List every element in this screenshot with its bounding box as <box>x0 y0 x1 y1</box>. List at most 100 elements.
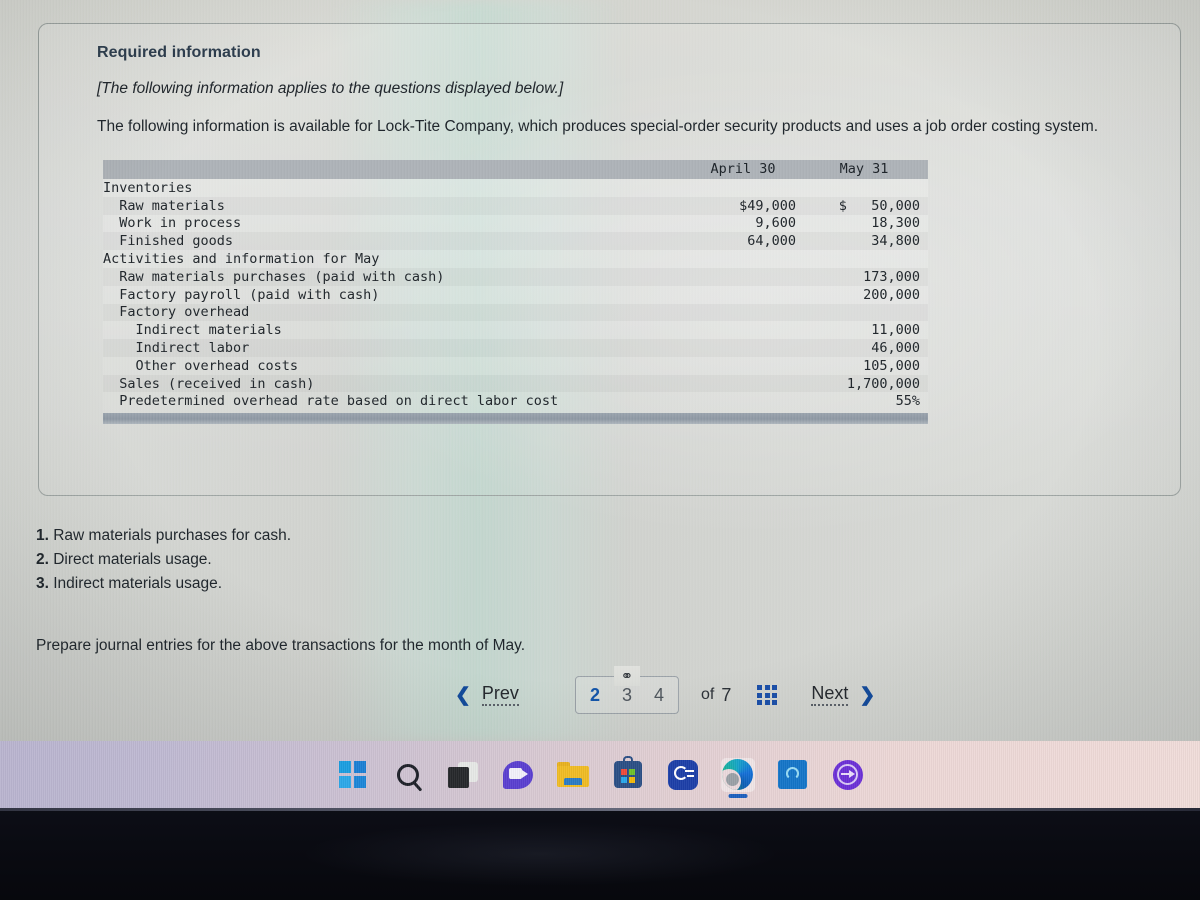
required-information-title: Required information <box>97 44 261 61</box>
table-cell-label: Raw materials <box>103 197 225 214</box>
microsoft-edge-button[interactable] <box>720 757 755 792</box>
magnifier-blue-icon <box>667 759 698 790</box>
table-row: Inventories <box>103 179 928 197</box>
page-number-box[interactable]: ⚭ 2 3 4 <box>574 666 679 714</box>
table-cell-label: Indirect materials <box>103 322 282 339</box>
table-cell-may: 55% <box>895 393 920 410</box>
chevron-left-icon: ❮ <box>455 684 471 706</box>
table-cell-label: Sales (received in cash) <box>103 375 315 392</box>
applies-note: [The following information applies to th… <box>97 80 564 97</box>
table-cell-label: Indirect labor <box>103 339 250 356</box>
list-item: 2. Direct materials usage. <box>36 548 291 572</box>
prev-button[interactable]: ❮ Prev <box>455 684 519 707</box>
monitor-bezel <box>0 808 1200 900</box>
table-cell-label: Work in process <box>103 215 242 232</box>
search-app-button[interactable] <box>666 758 700 792</box>
table-cell-label: Other overhead costs <box>103 357 299 374</box>
grid-cell <box>757 692 763 698</box>
table-cell-label: Predetermined overhead rate based on dir… <box>103 393 559 410</box>
chevron-right-icon: ❯ <box>859 684 876 706</box>
of-label: of <box>700 686 715 703</box>
windows-logo-icon <box>339 761 366 788</box>
pagination-bar: ❮ Prev ⚭ 2 3 4 of 7 Next ❯ <box>455 666 875 714</box>
table-row: Indirect labor 46,000 <box>103 339 928 357</box>
start-button[interactable] <box>336 758 370 792</box>
list-item-text: Indirect materials usage. <box>53 575 223 593</box>
total-pages: 7 <box>721 684 732 705</box>
grid-cell <box>772 692 778 698</box>
grid-view-icon[interactable] <box>757 685 778 705</box>
store-bag-icon <box>613 756 642 788</box>
table-row: Factory overhead <box>103 304 928 322</box>
page-number-2[interactable]: 2 <box>590 685 600 706</box>
page-number-4[interactable]: 4 <box>654 685 664 706</box>
table-row: Sales (received in cash) 1,700,000 <box>103 375 928 393</box>
table-cell-may: 105,000 <box>863 357 920 374</box>
search-icon <box>396 763 419 786</box>
table-row: Finished goods 64,000 34,800 <box>103 232 928 250</box>
grid-cell <box>772 700 778 705</box>
table-cell-april: $49,000 <box>739 197 796 214</box>
table-row: Factory payroll (paid with cash) 200,000 <box>103 286 928 304</box>
inventory-data-table: April 30 May 31 Inventories Raw material… <box>103 159 928 425</box>
windows-taskbar <box>0 741 1200 808</box>
edge-icon <box>722 759 753 790</box>
table-cell-label: Activities and information for May <box>103 251 380 267</box>
table-cell-april: 9,600 <box>755 215 796 232</box>
required-information-card: Required information [The following info… <box>38 23 1181 496</box>
table-cell-may: 11,000 <box>871 322 920 339</box>
table-row: Indirect materials 11,000 <box>103 321 928 339</box>
table-footer-bar <box>103 413 928 425</box>
task-view-icon <box>447 761 478 788</box>
list-item-text: Direct materials usage. <box>53 551 212 569</box>
task-view-button[interactable] <box>446 758 480 792</box>
list-item: 3. Indirect materials usage. <box>36 572 291 596</box>
blue-circle-app-icon <box>778 760 807 789</box>
grid-cell <box>764 685 770 690</box>
grid-cell <box>757 700 763 705</box>
blue-app-button[interactable] <box>776 758 810 792</box>
chat-video-icon <box>502 760 533 789</box>
table-row: Work in process 9,600 18,300 <box>103 215 928 233</box>
intro-paragraph: The following information is available f… <box>97 118 1099 135</box>
grid-cell <box>764 692 770 698</box>
table-cell-label: Finished goods <box>103 233 234 250</box>
next-button[interactable]: Next ❯ <box>811 684 875 707</box>
table-row: Activities and information for May <box>103 250 928 268</box>
table-cell-label: Raw materials purchases (paid with cash) <box>103 268 445 285</box>
table-cell-may: $ 50,000 <box>838 197 920 214</box>
microsoft-store-button[interactable] <box>611 756 645 792</box>
table-row: Predetermined overhead rate based on dir… <box>103 392 928 410</box>
folder-icon <box>556 762 589 787</box>
list-item-number: 3. <box>36 575 54 593</box>
list-item-number: 1. <box>36 527 54 544</box>
table-cell-april: 64,000 <box>747 233 796 250</box>
search-button[interactable] <box>391 758 425 792</box>
list-item-text: Raw materials purchases for cash. <box>53 527 291 544</box>
table-row: Other overhead costs 105,000 <box>103 357 928 375</box>
screen-surface: Required information [The following info… <box>0 0 1200 741</box>
arrow-circle-icon <box>832 759 863 790</box>
list-item-number: 2. <box>36 551 54 569</box>
chat-button[interactable] <box>501 758 535 792</box>
table-cell-may: 46,000 <box>871 339 920 356</box>
link-chain-icon: ⚭ <box>613 666 640 686</box>
table-body: Inventories Raw materials $49,000 $ 50,000… <box>103 179 928 410</box>
table-cell-may: 34,800 <box>871 233 920 250</box>
purple-arrow-button[interactable] <box>831 758 865 792</box>
table-header-row: April 30 May 31 <box>103 159 928 179</box>
table-header-may-31: May 31 <box>839 161 889 178</box>
list-item: 1. Raw materials purchases for cash. <box>36 524 291 548</box>
next-label: Next <box>811 684 849 706</box>
table-cell-may: 173,000 <box>863 268 920 285</box>
table-header-april-30: April 30 <box>710 161 776 178</box>
table-row: Raw materials $49,000 $ 50,000 <box>103 197 928 215</box>
table-cell-label: Factory overhead <box>103 304 250 321</box>
prepare-instruction: Prepare journal entries for the above tr… <box>36 637 526 654</box>
file-explorer-button[interactable] <box>556 758 590 792</box>
table-cell-label: Factory payroll (paid with cash) <box>103 286 380 303</box>
page-number-3[interactable]: 3 <box>622 685 632 706</box>
grid-cell <box>757 685 763 690</box>
grid-cell <box>764 700 770 705</box>
table-cell-may: 18,300 <box>871 215 920 232</box>
